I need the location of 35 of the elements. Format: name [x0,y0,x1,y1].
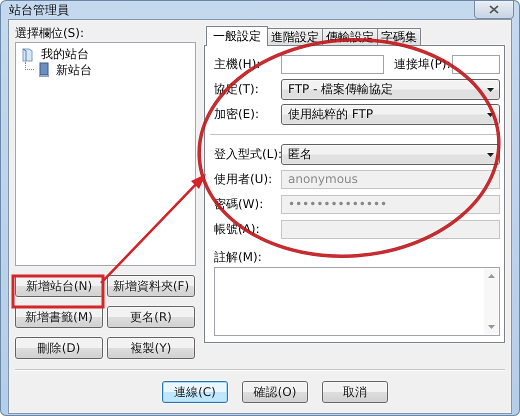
dialog-button[interactable]: 連線(C) [162,381,228,403]
scroll-up-icon[interactable] [488,274,495,278]
caret-icon [487,152,494,156]
folder-icon [21,46,35,62]
field-label: 使用者(U): [214,171,274,188]
comments-field[interactable] [214,267,500,336]
window-title: 站台管理員 [9,2,69,18]
host-field[interactable] [281,55,384,74]
close-button[interactable] [474,1,514,19]
port-field[interactable] [452,55,500,74]
tree-item[interactable]: 我的站台 [39,46,91,62]
dialog-button[interactable]: 確認(O) [242,381,308,403]
site-list-label: 選擇欄位(S): [15,26,86,40]
site-action-button[interactable]: 刪除(D) [15,337,103,359]
dialog-button[interactable]: 取消 [322,381,388,403]
caret-icon [487,88,494,92]
close-icon [489,5,499,14]
field-label: 主機(H): [214,56,262,73]
scrollbar[interactable] [484,268,499,335]
site-action-button[interactable]: 更名(R) [107,306,195,328]
field-label: 登入型式(L): [214,146,281,163]
site-action-button[interactable]: 複製(Y) [107,337,195,359]
dropdown[interactable]: FTP - 檔案傳輸協定 [281,79,500,100]
tab[interactable]: 進階設定 [267,28,323,45]
field-label: 註解(M): [214,249,263,265]
dropdown[interactable]: 匿名 [281,144,500,165]
site-action-button[interactable]: 新增資料夾(F) [107,275,195,297]
field-label: 加密(E): [214,106,260,123]
caret-icon [487,112,494,116]
tab[interactable]: 一般設定 [206,26,268,46]
dropdown[interactable]: 使用純粹的 FTP [281,104,500,125]
server-icon [38,62,50,78]
scroll-down-icon[interactable] [488,325,495,329]
field-label: 連接埠(P): [394,56,452,73]
tree-item[interactable]: 新站台 [54,62,94,78]
